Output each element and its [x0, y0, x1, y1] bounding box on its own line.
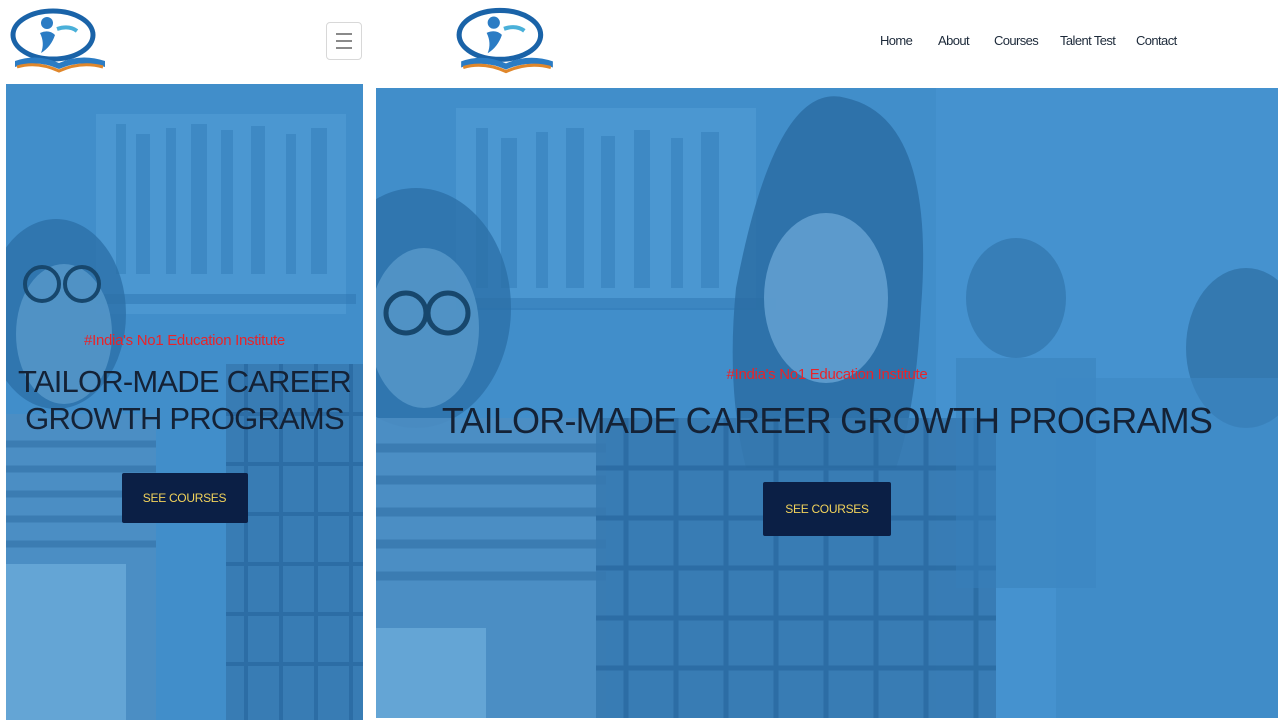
main-navigation: Home About Courses Talent Test Contact: [880, 33, 1186, 48]
hamburger-menu-icon: [336, 33, 352, 35]
nav-item-home[interactable]: Home: [880, 33, 938, 48]
hero-tagline: #India's No1 Education Institute: [84, 332, 285, 349]
nav-item-courses[interactable]: Courses: [994, 33, 1060, 48]
desktop-logo[interactable]: [452, 2, 560, 80]
education-logo-icon: [10, 8, 105, 73]
hamburger-menu-icon: [336, 40, 352, 42]
screenshot-divider: [366, 0, 376, 720]
hamburger-menu-button[interactable]: [326, 22, 362, 60]
hero-headline-line-1: TAILOR-MADE CAREER: [18, 364, 352, 399]
nav-item-about[interactable]: About: [938, 33, 994, 48]
nav-item-contact[interactable]: Contact: [1136, 33, 1186, 48]
hero-tagline: #India's No1 Education Institute: [726, 366, 928, 383]
education-logo-icon: [456, 7, 553, 74]
desktop-hero-content: #India's No1 Education Institute TAILOR-…: [376, 366, 1278, 537]
see-courses-button[interactable]: SEE COURSES: [763, 482, 891, 537]
mobile-logo[interactable]: [6, 6, 112, 76]
hero-headline: TAILOR-MADE CAREER GROWTH PROGRAMS: [18, 363, 352, 437]
screenshot-canvas: #India's No1 Education Institute TAILOR-…: [0, 0, 1280, 720]
hero-headline: TAILOR-MADE CAREER GROWTH PROGRAMS: [441, 400, 1213, 441]
hamburger-menu-icon: [336, 47, 352, 49]
see-courses-button[interactable]: SEE COURSES: [121, 473, 248, 524]
hero-headline-line-2: GROWTH PROGRAMS: [25, 401, 344, 437]
mobile-hero-content: #India's No1 Education Institute TAILOR-…: [6, 332, 363, 524]
mobile-hero-banner: #India's No1 Education Institute TAILOR-…: [6, 84, 363, 720]
nav-item-talent-test[interactable]: Talent Test: [1060, 33, 1136, 48]
desktop-hero-banner: #India's No1 Education Institute TAILOR-…: [376, 88, 1278, 718]
